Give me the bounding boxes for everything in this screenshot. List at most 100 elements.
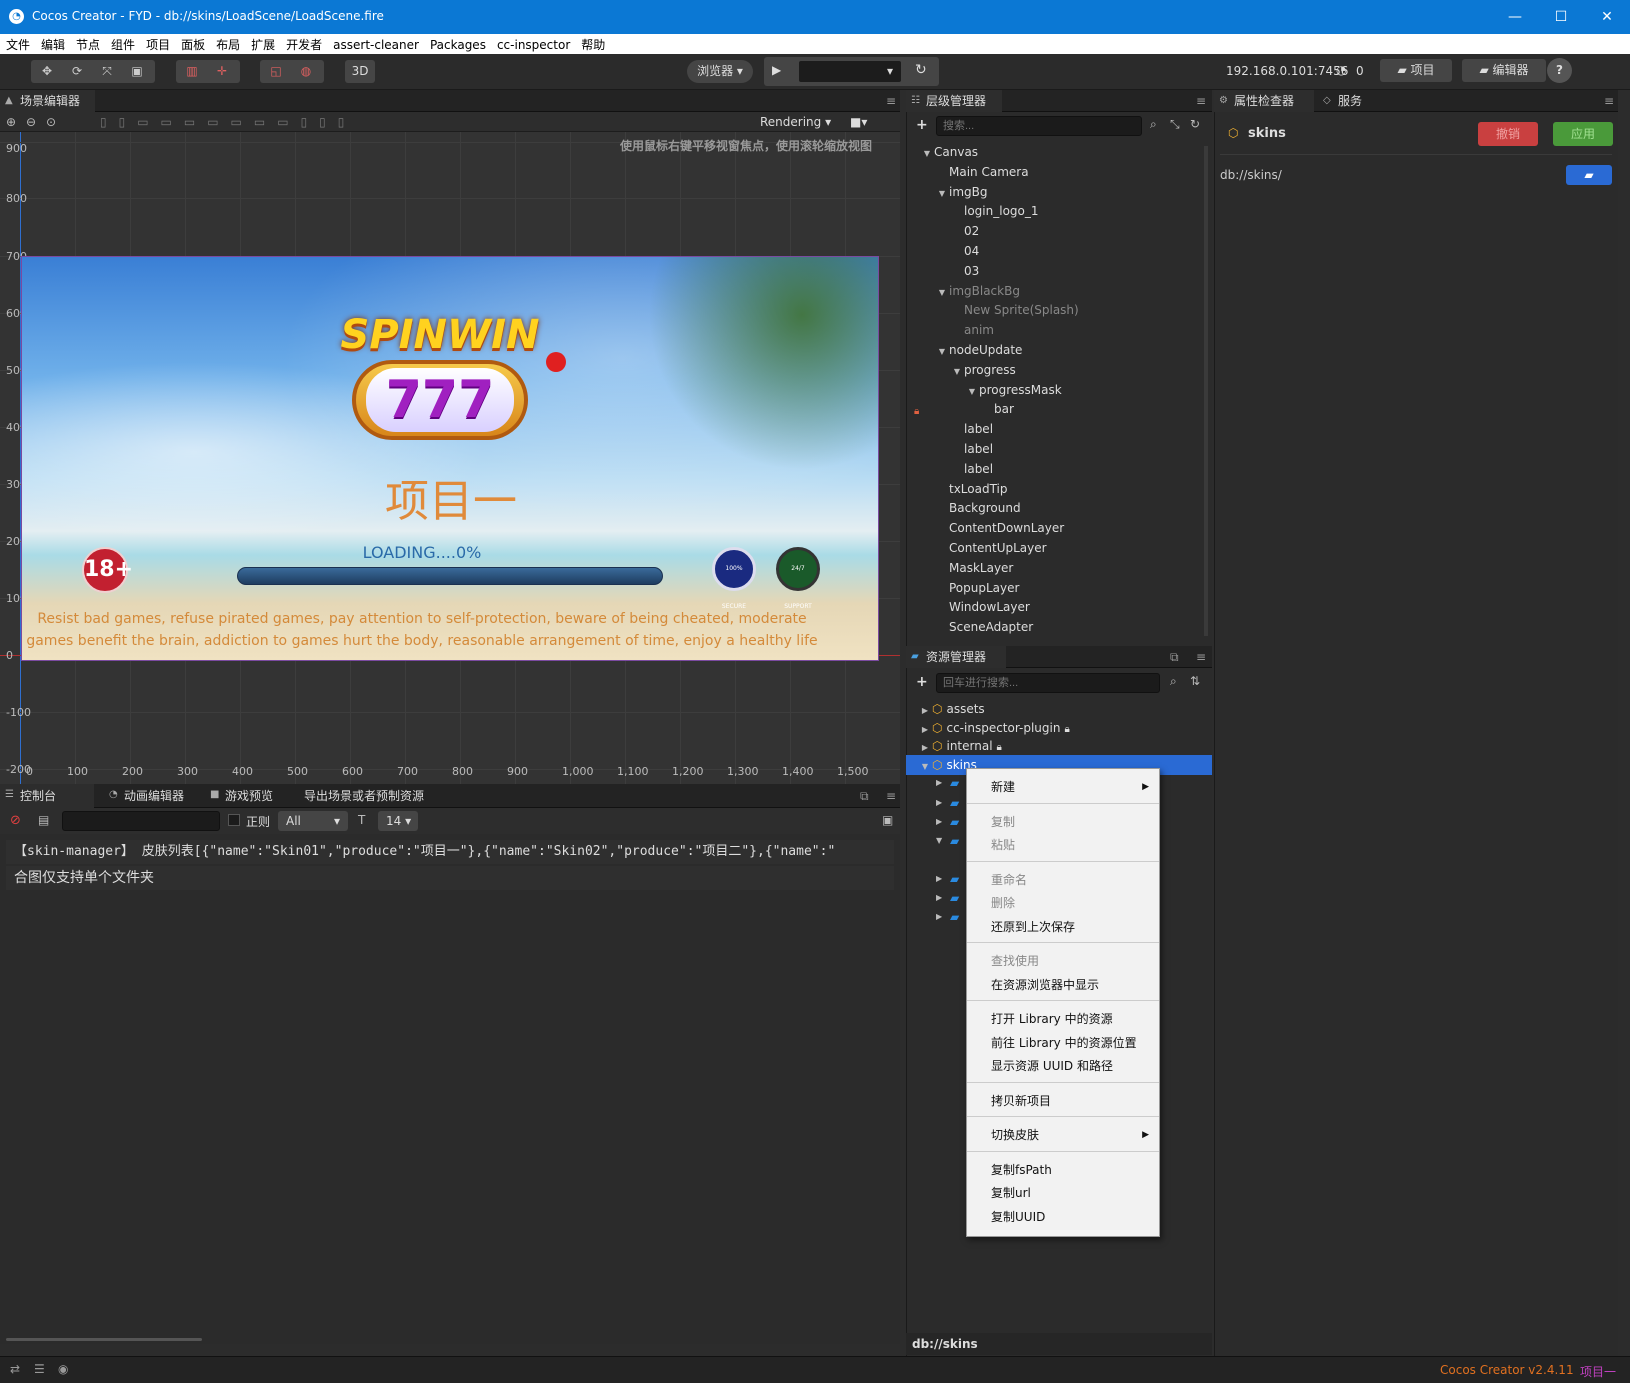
folder-icon[interactable]: ▰ (950, 776, 959, 790)
context-menu-item[interactable]: 切换皮肤 ▶ (967, 1123, 1159, 1147)
revert-button[interactable]: 撤销 (1478, 122, 1538, 146)
tab-inspector[interactable]: ⚙ 属性检查器 (1214, 90, 1314, 112)
tree-node[interactable]: bar (980, 399, 1014, 419)
hierarchy-search-input[interactable] (936, 116, 1142, 136)
tree-node[interactable]: New Sprite(Splash) (950, 300, 1079, 320)
assets-search-input[interactable] (936, 673, 1160, 693)
tree-node[interactable]: ▼ Canvas (920, 142, 978, 162)
close-button[interactable]: ✕ (1584, 0, 1630, 34)
expand-arrow-icon[interactable]: ▶ (936, 893, 942, 902)
menu-item[interactable]: Packages (424, 36, 491, 52)
minimize-button[interactable]: — (1492, 0, 1538, 34)
asset-item[interactable]: ▶ ⬡ cc-inspector-plugin 🔒︎ (906, 718, 1212, 738)
context-menu-item[interactable]: 还原到上次保存 (967, 915, 1159, 939)
preview-ip[interactable]: 192.168.0.101:7456 (1226, 64, 1348, 78)
menu-item[interactable]: 帮助 (575, 34, 610, 53)
db-icon[interactable]: ☰ (34, 1362, 45, 1376)
collapse-arrow-icon[interactable]: ▼ (935, 342, 949, 362)
add-asset-icon[interactable]: + (916, 674, 928, 690)
tree-node[interactable]: ▼ progress (950, 360, 1016, 380)
font-size-select[interactable]: 14 ▾ (378, 811, 418, 831)
panel-menu-icon[interactable]: ≡ (1604, 94, 1614, 108)
play-button[interactable]: ▶ (772, 63, 788, 79)
vertical-scrollbar[interactable] (1204, 146, 1208, 636)
refresh-button[interactable]: ↻ (915, 62, 931, 78)
asset-item[interactable]: ▶ ⬡ internal 🔒︎ (906, 736, 1212, 756)
browser-select[interactable]: 浏览器 ▾ (687, 60, 753, 83)
folder-icon[interactable]: ▰ (950, 872, 959, 886)
expand-arrow-icon[interactable]: ▶ (936, 874, 942, 883)
tab-services[interactable]: ◇ 服务 (1318, 90, 1388, 112)
eye-icon[interactable]: ◉ (58, 1362, 68, 1376)
regex-checkbox[interactable] (228, 814, 240, 826)
camera-icon[interactable]: ■▾ (850, 115, 867, 129)
tab-export-scene[interactable]: 导出场景或者预制资源 (284, 784, 434, 808)
collapse-arrow-icon[interactable]: ▼ (936, 836, 942, 845)
open-editor-button[interactable]: ▰ 编辑器 (1462, 59, 1546, 82)
search-icon[interactable]: ⌕ (1150, 117, 1157, 132)
menu-item[interactable]: cc-inspector (491, 36, 575, 52)
tree-node[interactable]: WindowLayer (935, 597, 1030, 617)
menu-item[interactable]: 布局 (210, 34, 245, 53)
expand-arrow-icon[interactable]: ▶ (936, 778, 942, 787)
tree-node[interactable]: ▼ nodeUpdate (935, 340, 1022, 360)
tree-node[interactable]: label (950, 459, 993, 479)
tree-node[interactable]: Background (935, 498, 1021, 518)
log-level-select[interactable]: All ▾ (278, 811, 348, 831)
search-icon[interactable]: ⌕ (1170, 674, 1177, 689)
panel-menu-icon[interactable]: ≡ (1196, 94, 1206, 108)
collapse-arrow-icon[interactable]: ▼ (965, 382, 979, 402)
sort-icon[interactable]: ⇅ (1190, 674, 1200, 688)
context-menu-item[interactable]: 新建 ▶ (967, 775, 1159, 799)
pivot-icon[interactable]: ▥ (184, 64, 200, 79)
apply-button[interactable]: 应用 (1553, 122, 1613, 146)
center-icon[interactable]: ✛ (214, 64, 230, 79)
panel-menu-icon[interactable]: ≡ (886, 789, 896, 803)
tree-node[interactable]: Main Camera (935, 162, 1029, 182)
log-file-icon[interactable]: ▤ (38, 813, 49, 827)
menu-item[interactable]: 组件 (105, 34, 140, 53)
tree-node[interactable]: anim (950, 320, 994, 340)
add-node-icon[interactable]: + (916, 117, 928, 133)
context-menu-item[interactable]: 在资源浏览器中显示 (967, 973, 1159, 997)
sync-icon[interactable]: ⇄ (10, 1362, 20, 1376)
tree-node[interactable]: 04 (950, 241, 979, 261)
collapse-arrow-icon[interactable]: ▼ (918, 757, 932, 777)
collapse-arrow-icon[interactable]: ▼ (950, 362, 964, 382)
clear-icon[interactable]: ⊘ (10, 813, 21, 828)
popout-icon[interactable]: ⧉ (1170, 650, 1179, 665)
menu-item[interactable]: 节点 (70, 34, 105, 53)
folder-icon[interactable]: ▰ (950, 834, 959, 848)
tree-node[interactable]: SceneAdapter (935, 617, 1033, 637)
folder-icon[interactable]: ▰ (950, 796, 959, 810)
menu-item[interactable]: 文件 (0, 34, 35, 53)
tree-node[interactable]: 02 (950, 221, 979, 241)
tree-node[interactable]: txLoadTip (935, 479, 1008, 499)
tab-hierarchy[interactable]: ☷ 层级管理器 (906, 90, 1002, 112)
tree-node[interactable]: ContentDownLayer (935, 518, 1064, 538)
tree-node[interactable]: label (950, 419, 993, 439)
device-select[interactable]: ▾ (799, 61, 901, 82)
tree-node[interactable]: ContentUpLayer (935, 538, 1047, 558)
menu-item[interactable]: 扩展 (245, 34, 280, 53)
align-icons[interactable]: ▯▯▭▭▭▭▭▭▭▯▯▯ (100, 115, 356, 129)
tab-scene-editor[interactable]: ▲ 场景编辑器 (0, 90, 95, 112)
tree-node[interactable]: ▼ imgBlackBg (935, 281, 1020, 301)
asset-item[interactable]: ▶ ⬡ assets (906, 699, 1212, 719)
open-folder-button[interactable]: ▰ (1566, 165, 1612, 185)
global-icon[interactable]: ◍ (298, 64, 314, 79)
tab-animation-editor[interactable]: ◔ 动画编辑器 (104, 784, 198, 808)
context-menu-item[interactable]: 复制fsPath (967, 1158, 1159, 1182)
menu-item[interactable]: 编辑 (35, 34, 70, 53)
tree-node[interactable]: MaskLayer (935, 558, 1013, 578)
tree-node[interactable]: label (950, 439, 993, 459)
expand-arrow-icon[interactable]: ▶ (936, 912, 942, 921)
context-menu-item[interactable]: 复制url (967, 1181, 1159, 1205)
context-menu-item[interactable]: 前往 Library 中的资源位置 (967, 1031, 1159, 1055)
folder-icon[interactable]: ▰ (950, 910, 959, 924)
panel-menu-icon[interactable]: ≡ (1196, 650, 1206, 664)
collapse-arrow-icon[interactable]: ▼ (935, 184, 949, 204)
panel-menu-icon[interactable]: ≡ (886, 94, 896, 108)
zoom-in-icon[interactable]: ⊕ (6, 115, 16, 129)
rendering-select[interactable]: Rendering ▾ (760, 115, 831, 129)
